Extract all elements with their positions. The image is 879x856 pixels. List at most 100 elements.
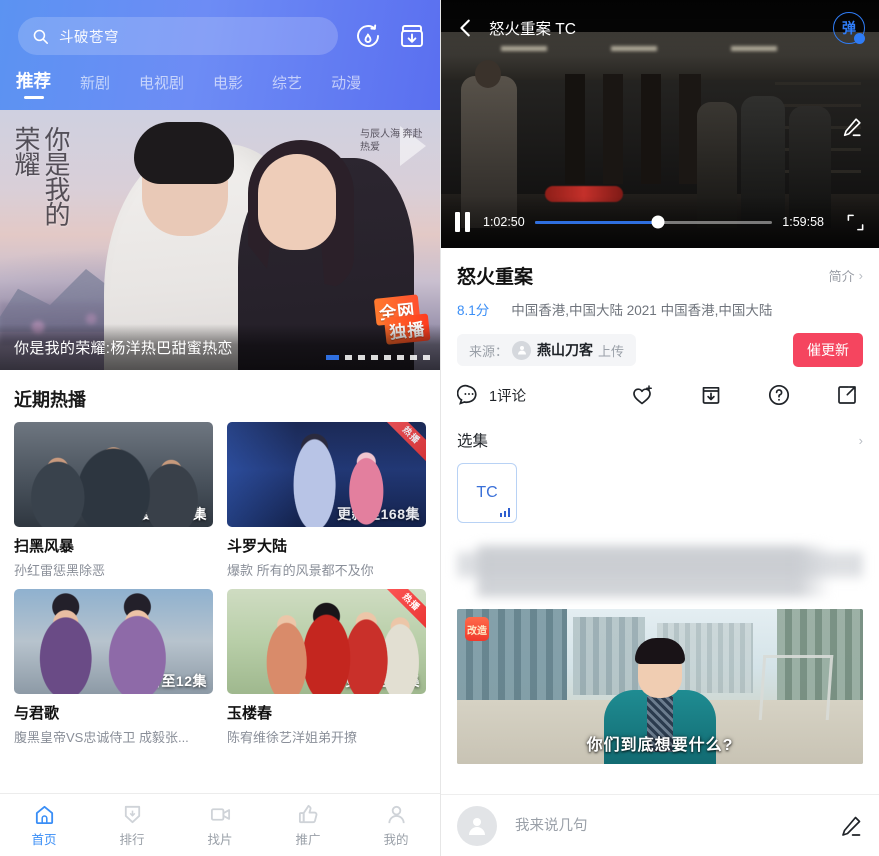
home-screen: 斗破苍穹 推荐 新剧 电视剧 电影 综艺 动漫 你是我的荣耀 与辰人海 奔赴热爱… — [0, 0, 440, 856]
movie-episode-badge: 更新至7集 — [140, 506, 207, 522]
nav-item-home[interactable]: 首页 — [0, 803, 88, 848]
source-row: 来源： 燕山刀客 上传 催更新 — [441, 319, 879, 367]
progress-slider[interactable] — [534, 215, 773, 229]
download-icon[interactable] — [398, 22, 426, 50]
now-playing-bars-icon — [499, 508, 510, 517]
home-icon — [33, 803, 56, 826]
nav-item-ranking[interactable]: 排行 — [88, 803, 176, 848]
hero-caption: 你是我的荣耀:杨洋热巴甜蜜热恋 — [0, 324, 440, 370]
tab-new-drama[interactable]: 新剧 — [80, 72, 110, 102]
progress-knob[interactable] — [651, 215, 665, 229]
pencil-icon[interactable] — [841, 116, 863, 138]
ranking-icon — [121, 803, 144, 826]
chevron-right-icon[interactable]: › — [859, 433, 863, 448]
pencil-icon[interactable] — [839, 814, 863, 838]
uploader-name: 燕山刀客 — [537, 342, 594, 358]
home-header: 斗破苍穹 推荐 新剧 电视剧 电影 综艺 动漫 — [0, 0, 440, 110]
nav-item-mine[interactable]: 我的 — [352, 803, 440, 848]
urge-update-button[interactable]: 催更新 — [793, 333, 863, 367]
history-icon[interactable] — [354, 22, 382, 50]
video-meta-row: 8.1分 中国香港,中国大陆 2021 中国香港,中国大陆 — [457, 299, 863, 319]
comment-button[interactable]: 1评论 — [457, 383, 526, 407]
nav-label-ranking: 排行 — [119, 832, 145, 847]
action-icon-group — [631, 383, 863, 407]
app-root: 斗破苍穹 推荐 新剧 电视剧 电影 综艺 动漫 你是我的荣耀 与辰人海 奔赴热爱… — [0, 0, 879, 856]
danmaku-label: 弹 — [842, 20, 856, 36]
movie-subtitle: 孙红雷惩黑除恶 — [14, 563, 106, 578]
movie-card-grid: 全网 更新至7集 扫黑风暴 孙红雷惩黑除恶 热播 更新至168集 斗罗大陆 爆款… — [0, 422, 440, 746]
download-icon[interactable] — [699, 383, 723, 407]
comment-count: 1评论 — [489, 388, 527, 405]
pause-icon[interactable] — [455, 212, 473, 232]
search-input[interactable]: 斗破苍穹 — [18, 17, 338, 55]
hero-dot[interactable] — [358, 355, 365, 360]
bottom-navigation: 首页 排行 找片 推广 我的 — [0, 793, 440, 856]
search-placeholder: 斗破苍穹 — [59, 29, 119, 46]
tab-variety[interactable]: 综艺 — [272, 72, 302, 102]
comment-icon — [457, 383, 481, 407]
movie-card[interactable]: 热播 更新至28集 玉楼春 陈宥维徐艺洋姐弟开撩 — [227, 589, 426, 746]
section-title-recent-hot: 近期热播 — [14, 390, 86, 410]
hero-pagination-dots[interactable] — [326, 355, 430, 360]
episode-select-label: 选集 — [457, 433, 489, 450]
movie-card[interactable]: 热播 更新至168集 斗罗大陆 爆款 所有的风景都不及你 — [227, 422, 426, 579]
blurred-ad-text — [457, 545, 863, 597]
movie-episode-badge: 更新至168集 — [337, 506, 420, 522]
back-arrow-icon[interactable] — [455, 17, 477, 39]
movie-thumbnail[interactable]: 更新至12集 — [14, 589, 213, 694]
thumbs-up-icon — [297, 803, 320, 826]
movie-mini-badge: 全网 — [154, 492, 180, 511]
episode-select-row[interactable]: 选集 › — [441, 407, 879, 451]
movie-thumbnail[interactable]: 热播 更新至28集 — [227, 589, 426, 694]
movie-title: 扫黑风暴 — [14, 538, 75, 555]
nav-item-promotion[interactable]: 推广 — [264, 803, 352, 848]
person-icon — [385, 803, 408, 826]
favorite-heart-icon[interactable] — [631, 383, 655, 407]
category-tabs: 推荐 新剧 电视剧 电影 综艺 动漫 — [0, 58, 440, 102]
player-controls: 1:02:50 1:59:58 — [441, 196, 879, 248]
recommended-video-thumbnail[interactable]: 改造 你们到底想要什么? — [457, 609, 863, 764]
movie-thumbnail[interactable]: 热播 更新至168集 — [227, 422, 426, 527]
current-time: 1:02:50 — [483, 215, 525, 229]
nav-label-find: 找片 — [207, 832, 233, 847]
movie-subtitle: 腹黑皇帝VS忠诚侍卫 成毅张... — [14, 730, 189, 745]
rec-swing-structure — [758, 655, 834, 720]
fullscreen-icon[interactable] — [846, 213, 865, 232]
player-title: 怒火重案 TC — [489, 21, 576, 38]
hero-dot[interactable] — [384, 355, 391, 360]
intro-link[interactable]: 简介 › — [829, 266, 863, 285]
video-player[interactable]: 怒火重案 TC 弹 1:02:50 1:59:58 — [441, 0, 879, 248]
hero-dot[interactable] — [410, 355, 417, 360]
episode-tile[interactable]: TC — [457, 463, 517, 523]
movie-thumbnail[interactable]: 全网 更新至7集 — [14, 422, 213, 527]
share-icon[interactable] — [835, 383, 859, 407]
hero-dot[interactable] — [371, 355, 378, 360]
nav-item-find[interactable]: 找片 — [176, 803, 264, 848]
hero-banner[interactable]: 你是我的荣耀 与辰人海 奔赴热爱 全网 独播 你是我的荣耀:杨洋热巴甜蜜热恋 — [0, 110, 440, 370]
help-circle-icon[interactable] — [767, 383, 791, 407]
movie-title: 与君歌 — [14, 705, 60, 722]
movie-title: 玉楼春 — [227, 705, 273, 722]
hero-dot[interactable] — [397, 355, 404, 360]
episode-label: TC — [476, 484, 498, 501]
comment-input[interactable] — [513, 816, 839, 835]
video-detail-screen: 怒火重案 TC 弹 1:02:50 1:59:58 怒火重案 简介 › 8.1分… — [440, 0, 879, 856]
movie-card[interactable]: 全网 更新至7集 扫黑风暴 孙红雷惩黑除恶 — [14, 422, 213, 579]
upload-suffix: 上传 — [598, 343, 625, 359]
movie-episode-badge: 更新至12集 — [132, 673, 207, 689]
tab-tv-series[interactable]: 电视剧 — [139, 72, 184, 102]
movie-corner-ribbon: 热播 — [379, 422, 426, 467]
video-info-block: 怒火重案 简介 › 8.1分 中国香港,中国大陆 2021 中国香港,中国大陆 — [441, 248, 879, 319]
hero-dot[interactable] — [423, 355, 430, 360]
tab-anime[interactable]: 动漫 — [331, 72, 361, 102]
uploader-chip[interactable]: 来源： 燕山刀客 上传 — [457, 334, 637, 366]
tab-recommend[interactable]: 推荐 — [16, 68, 51, 102]
avatar[interactable] — [457, 805, 497, 846]
nav-label-promotion: 推广 — [295, 832, 321, 847]
tab-movie[interactable]: 电影 — [213, 72, 243, 102]
hero-dot[interactable] — [326, 355, 339, 360]
movie-card[interactable]: 更新至12集 与君歌 腹黑皇帝VS忠诚侍卫 成毅张... — [14, 589, 213, 746]
chevron-right-icon: › — [858, 268, 863, 283]
danmaku-toggle-button[interactable]: 弹 — [833, 12, 865, 44]
hero-dot[interactable] — [345, 355, 352, 360]
